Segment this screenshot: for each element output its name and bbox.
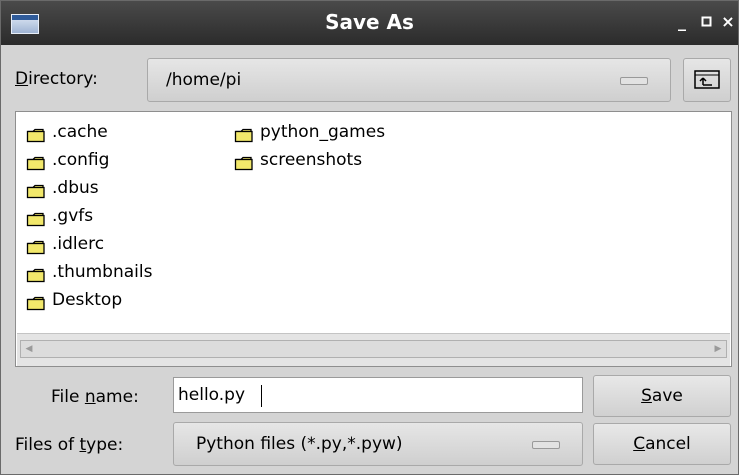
file-name: .config <box>52 150 110 170</box>
file-name: .cache <box>52 122 108 142</box>
save-as-dialog: Save As _ × Directory: /home/pi .cache .c… <box>0 0 739 475</box>
filename-field[interactable] <box>173 377 583 413</box>
filetype-value: Python files (*.py,*.pyw) <box>196 434 403 454</box>
filetype-combo[interactable]: Python files (*.py,*.pyw) <box>173 422 583 466</box>
minimize-icon[interactable]: _ <box>673 13 691 31</box>
scroll-left-icon[interactable]: ◀ <box>22 342 36 356</box>
file-name: .gvfs <box>52 206 94 226</box>
filename-input[interactable] <box>178 383 574 407</box>
folder-icon <box>26 237 46 255</box>
file-name: Desktop <box>52 290 123 310</box>
file-name: .thumbnails <box>52 262 153 282</box>
directory-combo[interactable]: /home/pi <box>147 58 671 102</box>
horizontal-scrollbar[interactable]: ◀ ▶ <box>17 333 730 366</box>
file-name: python_games <box>260 122 386 142</box>
combo-handle-icon <box>532 441 560 449</box>
cancel-button[interactable]: Cancel <box>593 423 731 465</box>
file-name: .dbus <box>52 178 99 198</box>
filetype-label: Files of type: <box>15 435 124 455</box>
close-icon[interactable]: × <box>719 13 737 31</box>
window-title: Save As <box>325 10 414 34</box>
scroll-right-icon[interactable]: ▶ <box>711 342 725 356</box>
title-bar[interactable]: Save As _ × <box>1 1 738 45</box>
directory-path: /home/pi <box>166 70 242 90</box>
save-button[interactable]: Save <box>593 375 731 417</box>
directory-label: Directory: <box>15 69 98 89</box>
folder-icon <box>234 153 254 171</box>
folder-icon <box>234 125 254 143</box>
file-name: screenshots <box>260 150 363 170</box>
file-name: .idlerc <box>52 234 105 254</box>
folder-icon <box>26 293 46 311</box>
combo-handle-icon <box>620 77 648 85</box>
scroll-trough[interactable]: ◀ ▶ <box>20 340 727 358</box>
filename-label: File name: <box>51 387 139 407</box>
folder-icon <box>26 125 46 143</box>
parent-directory-button[interactable] <box>683 58 731 102</box>
maximize-icon[interactable] <box>698 13 716 31</box>
text-caret <box>261 385 262 407</box>
folder-icon <box>26 265 46 283</box>
folder-icon <box>26 181 46 199</box>
file-list[interactable]: .cache .config .dbus .gvfs .idlerc .thumbnail… <box>15 111 732 367</box>
folder-icon <box>26 209 46 227</box>
folder-up-icon <box>694 70 720 89</box>
folder-icon <box>26 153 46 171</box>
